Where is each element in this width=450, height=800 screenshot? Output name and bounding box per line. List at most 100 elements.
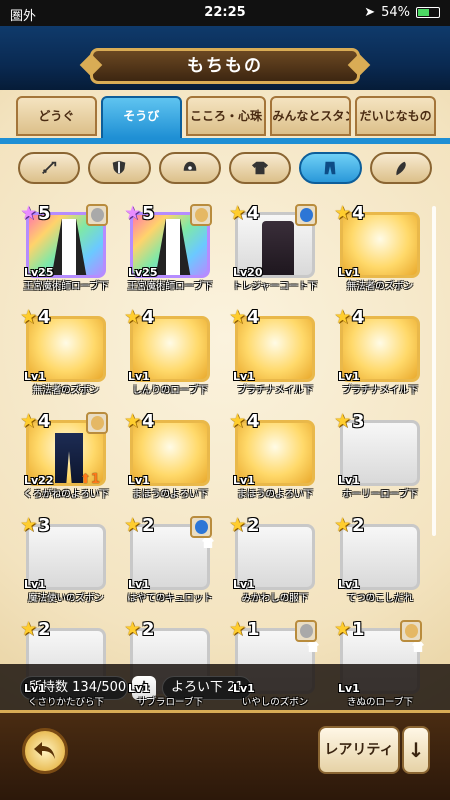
sort-button[interactable]: レアリティ: [318, 726, 400, 774]
pants-art: [55, 433, 83, 483]
star-icon: ★: [334, 306, 352, 328]
avatar-head: [91, 208, 104, 222]
star-icon: ★: [124, 306, 142, 328]
item-name: はやてのキュロット: [127, 593, 213, 604]
rarity-value: 4: [247, 203, 260, 224]
rarity-stars: ★ 5: [124, 202, 155, 224]
page-title: もちもの: [90, 48, 360, 84]
item-card[interactable]: ★ 4 Lv1 プラチナメイル下: [229, 308, 321, 404]
rarity-stars: ★ 4: [124, 306, 155, 328]
filter-helmet[interactable]: [158, 152, 221, 184]
item-card[interactable]: ★ 4 Lv1 まほうのよろい下: [229, 412, 321, 508]
item-grid: ★ 5 Lv25 王宮魔術師ローブ下 ★ 5 Lv25 王宮魔術師ローブ下 ★ 4 Lv20 トレジャ…: [20, 204, 430, 724]
rarity-value: 4: [247, 411, 260, 432]
equipped-character-avatar: [190, 204, 212, 226]
rarity-stars: ★ 5: [20, 203, 51, 224]
item-card[interactable]: ★ 4 Lv1 しんりのローブ下: [124, 308, 216, 404]
rarity-stars: ★ 2: [229, 515, 260, 536]
equipped-character-avatar: [295, 204, 317, 226]
filter-accessory[interactable]: [369, 152, 432, 184]
item-card[interactable]: ★ 3 Lv1 魔法使いのズボン: [20, 516, 112, 612]
helmet-icon: [183, 161, 197, 171]
tab-4[interactable]: だいじなもの: [355, 96, 436, 136]
rarity-stars: ★ 2: [124, 515, 155, 536]
back-arrow-icon: [34, 742, 55, 759]
item-card[interactable]: ★ 2 Lv1 はやてのキュロット: [124, 516, 216, 612]
equipped-character-avatar: [190, 516, 212, 538]
rarity-value: 4: [142, 411, 155, 432]
item-name: 無法者のズボン: [346, 281, 414, 292]
equipped-character-avatar: [295, 620, 317, 642]
category-tabs: どうぐそうびこころ・心珠みんなとスタンプだいじなもの: [16, 96, 436, 140]
tab-2[interactable]: こころ・心珠: [185, 96, 267, 136]
item-card[interactable]: ★ 4 Lv1 まほうのよろい下: [124, 412, 216, 508]
battery-fill: [418, 9, 429, 16]
avatar-head: [300, 208, 313, 222]
item-card[interactable]: ★ 4 Lv22 ⬆1 くろがねのよろい下: [20, 412, 112, 508]
category-name: よろい下: [171, 680, 224, 695]
item-card[interactable]: ★ 2 Lv1 みかわしの服下: [229, 516, 321, 612]
item-card[interactable]: ★ 4 Lv1 無法者のズボン: [334, 204, 426, 300]
rarity-value: 1: [247, 619, 260, 640]
scrollbar[interactable]: [432, 206, 436, 536]
item-card[interactable]: ★ 2 Lv1 てつのこしだれ: [334, 516, 426, 612]
item-name: 魔法使いのズボン: [27, 593, 104, 604]
battery-icon: [416, 7, 440, 18]
tab-0[interactable]: どうぐ: [16, 96, 97, 136]
rarity-value: 2: [38, 619, 51, 640]
rarity-value: 2: [142, 515, 155, 536]
item-card[interactable]: ★ 5 Lv25 王宮魔術師ローブ下: [20, 204, 112, 300]
item-name: 王宮魔術師ローブ下: [23, 281, 109, 292]
filter-shirt[interactable]: [228, 152, 292, 184]
outfit-shirt-icon: [202, 538, 214, 548]
item-card[interactable]: ★ 4 Lv20 トレジャーコート下: [229, 204, 321, 300]
item-name: みかわしの服下: [241, 593, 309, 604]
item-card[interactable]: ★ 4 Lv1 プラチナメイル下: [334, 308, 426, 404]
equipped-character-avatar: [400, 620, 422, 642]
coat-art: [262, 221, 294, 275]
filter-sword[interactable]: [18, 152, 81, 184]
shield-icon: [113, 160, 126, 175]
tab-3[interactable]: みんなとスタンプ: [270, 96, 352, 136]
rarity-stars: ★ 4: [20, 308, 51, 328]
item-name: きぬのローブ下: [347, 697, 413, 708]
item-name: サブラローブ下: [137, 697, 203, 708]
star-icon: ★: [334, 410, 352, 432]
avatar-head: [300, 624, 313, 638]
rarity-value: 2: [247, 515, 260, 536]
tab-underline: [0, 138, 450, 144]
avatar-head: [195, 208, 208, 222]
shirt-icon: [252, 161, 269, 175]
rarity-stars: ★ 4: [229, 410, 260, 432]
item-name: 無法者のズボン: [32, 385, 100, 396]
equipped-character-avatar: [86, 412, 108, 434]
item-card[interactable]: ★ 4 Lv1 無法者のズボン: [20, 308, 112, 404]
avatar-head: [405, 624, 418, 638]
item-card[interactable]: ★ 3 Lv1 ホーリーローブ下: [334, 412, 426, 508]
star-icon: ★: [124, 202, 142, 224]
star-icon: ★: [229, 410, 247, 432]
inventory-count-value: 134/500: [72, 680, 127, 695]
rarity-stars: ★ 3: [20, 516, 51, 536]
rarity-value: 2: [142, 619, 155, 640]
filter-pants[interactable]: [299, 152, 362, 184]
star-icon: ★: [334, 202, 352, 224]
sword-icon: [42, 161, 57, 175]
item-name: トレジャーコート下: [232, 281, 318, 292]
rarity-stars: ★ 4: [124, 411, 155, 432]
battery-percent: 54%: [381, 5, 410, 20]
back-button[interactable]: [22, 728, 68, 774]
star-icon: ★: [229, 202, 247, 224]
item-name: ホーリーローブ下: [342, 489, 418, 500]
tab-1[interactable]: そうび: [100, 96, 182, 140]
rarity-value: 5: [38, 203, 51, 224]
robe-art: [51, 219, 87, 275]
item-card[interactable]: ★ 5 Lv25 王宮魔術師ローブ下: [124, 204, 216, 300]
pants-icon: [325, 161, 336, 175]
rarity-value: 3: [352, 411, 365, 432]
rarity-stars: ★ 2: [20, 619, 51, 640]
rarity-stars: ★ 4: [229, 202, 260, 224]
sort-order-button[interactable]: ↓: [402, 726, 430, 774]
upgrade-indicator: ⬆1: [80, 472, 100, 487]
filter-shield[interactable]: [88, 152, 151, 184]
